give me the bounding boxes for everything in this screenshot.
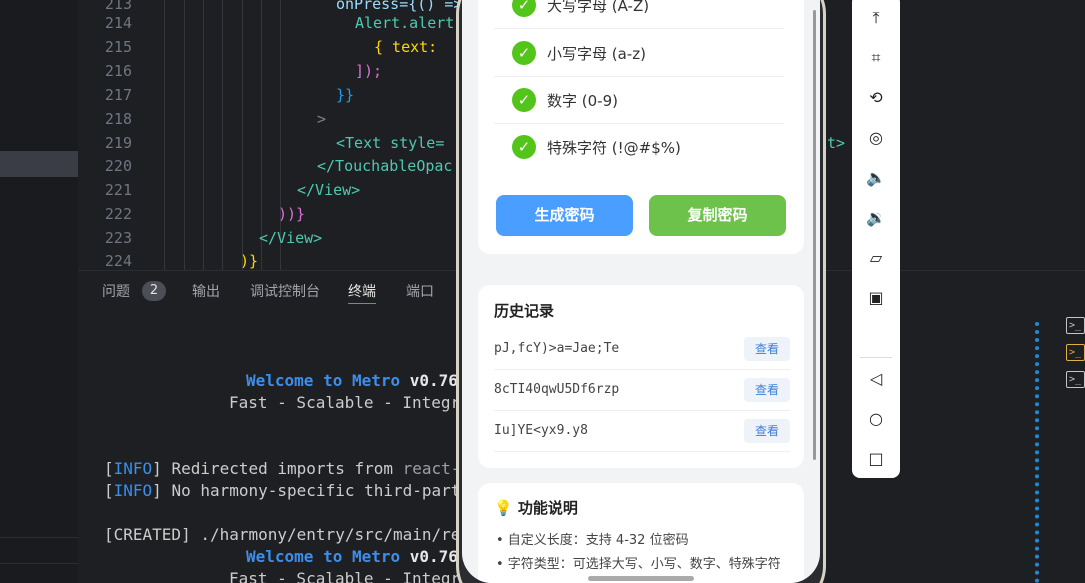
- terminal-instance-icon[interactable]: >_: [1066, 344, 1085, 361]
- toolbar-divider: [860, 357, 892, 358]
- view-button[interactable]: 查看: [744, 378, 790, 402]
- tab-ports[interactable]: 端口: [406, 281, 434, 303]
- history-card: 历史记录 pJ,fcY)>a=Jae;Te 查看 8cTI40qwU5Df6rz…: [478, 285, 804, 468]
- volume-up-icon[interactable]: 🔈: [864, 166, 888, 190]
- terminal-line: Fast - Scalable - Integra: [229, 393, 470, 412]
- history-password: pJ,fcY)>a=Jae;Te: [494, 341, 620, 356]
- copy-password-button[interactable]: 复制密码: [649, 195, 786, 236]
- multi-device-icon[interactable]: ▣: [864, 286, 888, 310]
- history-item: 8cTI40qwU5Df6rzp 查看: [494, 370, 790, 411]
- generate-password-button[interactable]: 生成密码: [496, 195, 633, 236]
- tab-problems[interactable]: 问题: [102, 281, 130, 303]
- terminal-line: Welcome to Metro v0.76.: [246, 547, 468, 566]
- checkmark-icon: ✓: [512, 88, 536, 112]
- app-screen: ✓ 大写字母 (A-Z) ✓ 小写字母 (a-z) ✓ 数字 (0-9) ✓ 特…: [462, 0, 820, 583]
- feature-item: • 字符类型：可选择大写、小写、数字、特殊字符: [496, 557, 781, 572]
- recent-apps-icon[interactable]: □: [864, 447, 888, 471]
- tab-output[interactable]: 输出: [192, 281, 220, 303]
- checkmark-icon: ✓: [512, 41, 536, 65]
- terminal-instance-icon[interactable]: >_: [1066, 371, 1085, 388]
- history-item: pJ,fcY)>a=Jae;Te 查看: [494, 329, 790, 370]
- shake-icon[interactable]: ▱: [864, 246, 888, 270]
- pin-top-icon[interactable]: ⤒: [864, 6, 888, 30]
- terminal-line: Welcome to Metro v0.76.: [246, 371, 468, 390]
- terminal-scroll-indicator: [1035, 322, 1040, 583]
- lightbulb-icon: 💡: [494, 499, 513, 517]
- terminal-line: [CREATED] ./harmony/entry/src/main/reso: [104, 525, 480, 544]
- history-password: Iu]YE<yx9.y8: [494, 423, 588, 438]
- history-item: Iu]YE<yx9.y8 查看: [494, 411, 790, 452]
- view-button[interactable]: 查看: [744, 337, 790, 361]
- option-lowercase[interactable]: ✓ 小写字母 (a-z): [494, 31, 784, 77]
- terminal-line: Fast - Scalable - Integra: [229, 569, 470, 583]
- back-icon[interactable]: ◁: [864, 367, 888, 391]
- rotate-icon[interactable]: ⟲: [864, 86, 888, 110]
- view-button[interactable]: 查看: [744, 419, 790, 443]
- checkmark-icon: ✓: [512, 0, 536, 17]
- tab-terminal[interactable]: 终端: [348, 281, 376, 304]
- home-icon[interactable]: ○: [864, 407, 888, 431]
- crop-icon[interactable]: ⌗: [864, 46, 888, 70]
- problems-count-badge: 2: [142, 281, 166, 301]
- tab-debug-console[interactable]: 调试控制台: [250, 281, 320, 303]
- emulator-toolbar: ⤒ ⌗ ⟲ ◎ 🔈 🔉 ▱ ▣ ◁ ○ □: [852, 0, 900, 478]
- side-panel: [0, 0, 78, 583]
- features-card: 💡 功能说明 • 自定义长度：支持 4-32 位密码 • 字符类型：可选择大写、…: [478, 483, 804, 583]
- option-uppercase[interactable]: ✓ 大写字母 (A-Z): [494, 0, 784, 29]
- option-numbers[interactable]: ✓ 数字 (0-9): [494, 78, 784, 124]
- terminal-instance-icon[interactable]: >_: [1066, 317, 1085, 334]
- scrollbar[interactable]: [813, 10, 816, 460]
- feature-item: • 自定义长度：支持 4-32 位密码: [496, 533, 689, 548]
- home-indicator[interactable]: [588, 576, 694, 581]
- features-title: 💡 功能说明: [494, 499, 578, 517]
- checkmark-icon: ✓: [512, 135, 536, 159]
- option-special[interactable]: ✓ 特殊字符 (!@#$%): [494, 125, 784, 171]
- divider: [0, 537, 78, 538]
- selected-file-row[interactable]: [0, 151, 78, 177]
- volume-down-icon[interactable]: 🔉: [864, 206, 888, 230]
- terminal-line: [INFO] No harmony-specific third-party: [104, 481, 471, 500]
- screenshot-icon[interactable]: ◎: [864, 126, 888, 150]
- divider: [0, 563, 78, 564]
- history-title: 历史记录: [494, 302, 555, 320]
- terminal-line: [INFO] Redirected imports from react-na: [104, 459, 480, 478]
- history-password: 8cTI40qwU5Df6rzp: [494, 382, 620, 397]
